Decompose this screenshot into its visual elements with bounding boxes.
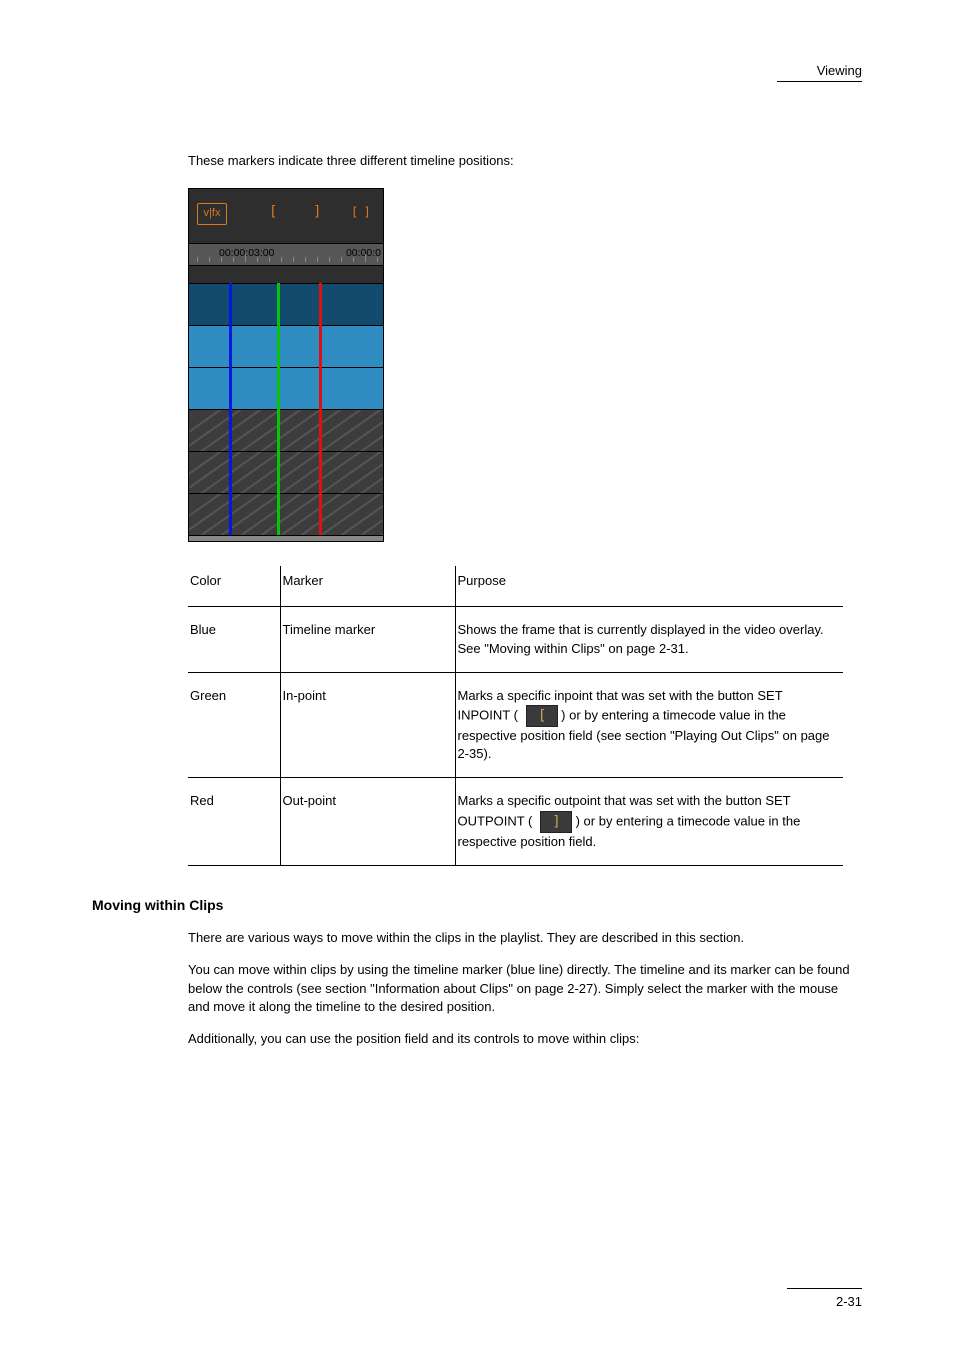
- table-row: Blue Timeline marker Shows the frame tha…: [188, 607, 843, 672]
- cell-purpose: Marks a specific outpoint that was set w…: [455, 778, 843, 865]
- timeline-marker-line: [229, 283, 232, 535]
- screenshot-bottom-bar: [189, 535, 383, 541]
- table-header-row: Color Marker Purpose: [188, 566, 843, 607]
- outpoint-marker-line: [319, 283, 322, 535]
- track-1: [189, 283, 383, 325]
- inpoint-marker-line: [277, 283, 280, 535]
- screenshot-gap: [189, 265, 383, 283]
- set-inpoint-icon: [: [269, 203, 276, 223]
- table-row: Red Out-point Marks a specific outpoint …: [188, 778, 843, 865]
- section-p1: There are various ways to move within th…: [188, 929, 862, 947]
- set-inpoint-icon: [: [526, 705, 558, 727]
- timeline-screenshot: v|fx [ ] [ ] 00:00:03:00 00:00:0: [188, 188, 384, 542]
- track-3: [189, 367, 383, 409]
- th-color: Color: [188, 566, 280, 607]
- cell-color: Red: [188, 778, 280, 865]
- section-p3: Additionally, you can use the position f…: [188, 1030, 862, 1048]
- footer-rule: [92, 1288, 862, 1289]
- track-5: [189, 451, 383, 493]
- cell-marker: Timeline marker: [280, 607, 455, 672]
- section-heading: Moving within Clips: [92, 896, 862, 916]
- running-header: Viewing: [817, 62, 862, 80]
- track-2: [189, 325, 383, 367]
- cell-marker: In-point: [280, 672, 455, 778]
- set-inout-icon: [ ]: [351, 204, 370, 221]
- th-purpose: Purpose: [455, 566, 843, 607]
- track-4: [189, 409, 383, 451]
- markers-table: Color Marker Purpose Blue Timeline marke…: [188, 566, 843, 866]
- section-p2: You can move within clips by using the t…: [188, 961, 862, 1016]
- page-number: 2-31: [92, 1293, 862, 1341]
- screenshot-toolbar: v|fx [ ] [ ]: [189, 189, 383, 243]
- cell-color: Green: [188, 672, 280, 778]
- track-6: [189, 493, 383, 535]
- table-row: Green In-point Marks a specific inpoint …: [188, 672, 843, 778]
- set-outpoint-icon: ]: [313, 203, 320, 223]
- cell-marker: Out-point: [280, 778, 455, 865]
- screenshot-tracks: [189, 283, 383, 535]
- vfx-button: v|fx: [197, 203, 227, 225]
- ruler-ticks: [189, 256, 383, 262]
- cell-purpose: Shows the frame that is currently displa…: [455, 607, 843, 672]
- cell-purpose: Marks a specific inpoint that was set wi…: [455, 672, 843, 778]
- th-marker: Marker: [280, 566, 455, 607]
- header-rule: [777, 81, 862, 82]
- set-outpoint-icon: ]: [540, 811, 572, 833]
- screenshot-ruler: 00:00:03:00 00:00:0: [189, 243, 383, 265]
- cell-color: Blue: [188, 607, 280, 672]
- intro-text: These markers indicate three different t…: [188, 152, 862, 170]
